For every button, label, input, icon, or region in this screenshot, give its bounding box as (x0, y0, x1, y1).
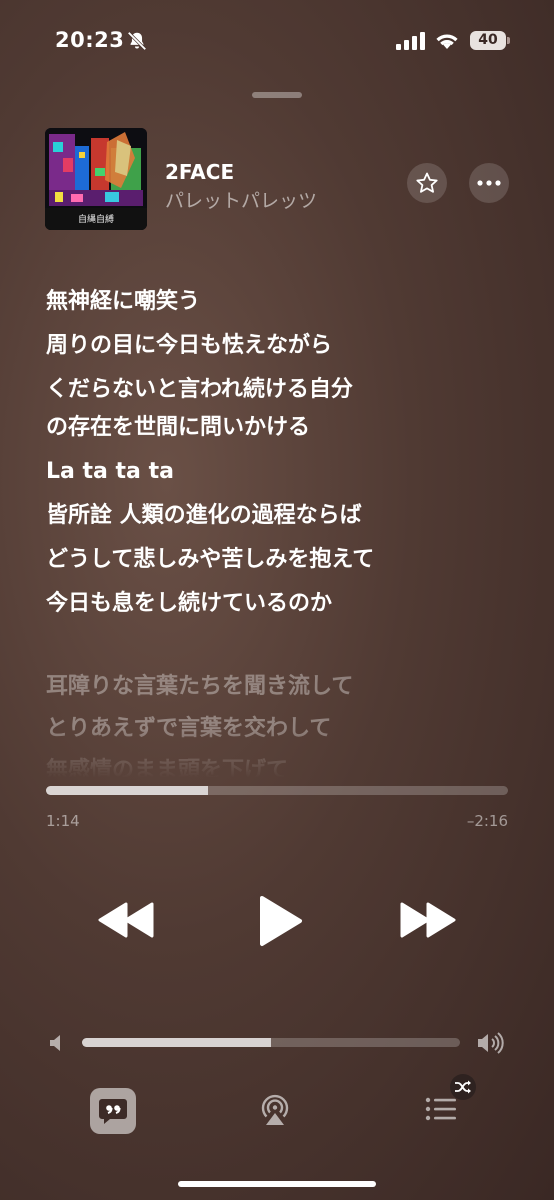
lyrics-button[interactable] (90, 1088, 136, 1134)
artwork-caption: 自縄自縛 (77, 215, 114, 225)
favorite-button[interactable] (407, 163, 447, 203)
queue-button[interactable] (424, 1094, 458, 1128)
cellular-signal-icon (396, 32, 425, 50)
track-artist[interactable]: パレットパレッツ (165, 186, 317, 213)
bell-slash-icon (127, 31, 147, 51)
lyric-line[interactable]: 今日も息をし続けているのか (46, 585, 526, 623)
lyric-line[interactable]: La ta ta ta (46, 453, 526, 491)
lyrics-upcoming: 耳障りな言葉たちを聞き流して とりあえずで言葉を交わして 無感情のまま頭を下げて (46, 668, 526, 778)
list-icon (425, 1097, 456, 1121)
lyric-line[interactable]: どうして悲しみや苦しみを抱えて (46, 541, 526, 579)
quote-bubble-icon (99, 1099, 127, 1124)
volume-slider[interactable] (82, 1038, 460, 1047)
battery-indicator: 40 (470, 31, 506, 50)
shuffle-badge (450, 1074, 476, 1100)
volume-fill (82, 1038, 271, 1047)
shuffle-icon (455, 1080, 471, 1094)
airplay-icon (261, 1094, 289, 1125)
star-icon (416, 172, 438, 193)
ellipsis-icon (477, 180, 501, 186)
lyric-line[interactable]: 無感情のまま頭を下げて (46, 752, 526, 778)
lyric-line[interactable]: くだらないと言われ続ける自分 (46, 371, 526, 409)
track-title[interactable]: 2FACE (165, 160, 234, 184)
lyric-line[interactable]: 皆所詮 人類の進化の過程ならば (46, 497, 526, 535)
play-icon (260, 896, 302, 946)
wifi-icon (436, 34, 458, 49)
lyric-line[interactable]: 周りの目に今日も怯えながら (46, 327, 526, 365)
album-artwork[interactable]: 自縄自縛 (45, 128, 147, 230)
status-time: 20:23 (55, 28, 125, 52)
playback-scrubber[interactable] (46, 786, 508, 795)
volume-low-icon (50, 1035, 60, 1051)
backward-icon (98, 902, 154, 938)
remaining-time: –2:16 (466, 812, 508, 830)
home-indicator[interactable] (178, 1181, 376, 1187)
forward-button[interactable] (398, 900, 458, 944)
elapsed-time: 1:14 (46, 812, 80, 830)
more-button[interactable] (469, 163, 509, 203)
rewind-button[interactable] (96, 900, 156, 944)
forward-icon (400, 902, 456, 938)
volume-high-icon (478, 1032, 504, 1054)
lyric-line[interactable]: とりあえずで言葉を交わして (46, 710, 526, 748)
playback-progress-fill (46, 786, 208, 795)
sheet-grabber[interactable] (252, 92, 302, 98)
lyric-line[interactable]: 耳障りな言葉たちを聞き流して (46, 668, 526, 706)
battery-terminal (507, 37, 510, 44)
lyric-line[interactable]: 無神経に嘲笑う (46, 283, 526, 321)
lyric-line[interactable]: の存在を世間に問いかける (46, 409, 526, 447)
lyrics-current: 無神経に嘲笑う 周りの目に今日も怯えながら くだらないと言われ続ける自分 の存在… (46, 283, 526, 623)
airplay-button[interactable] (258, 1092, 292, 1132)
play-button[interactable] (256, 893, 304, 953)
